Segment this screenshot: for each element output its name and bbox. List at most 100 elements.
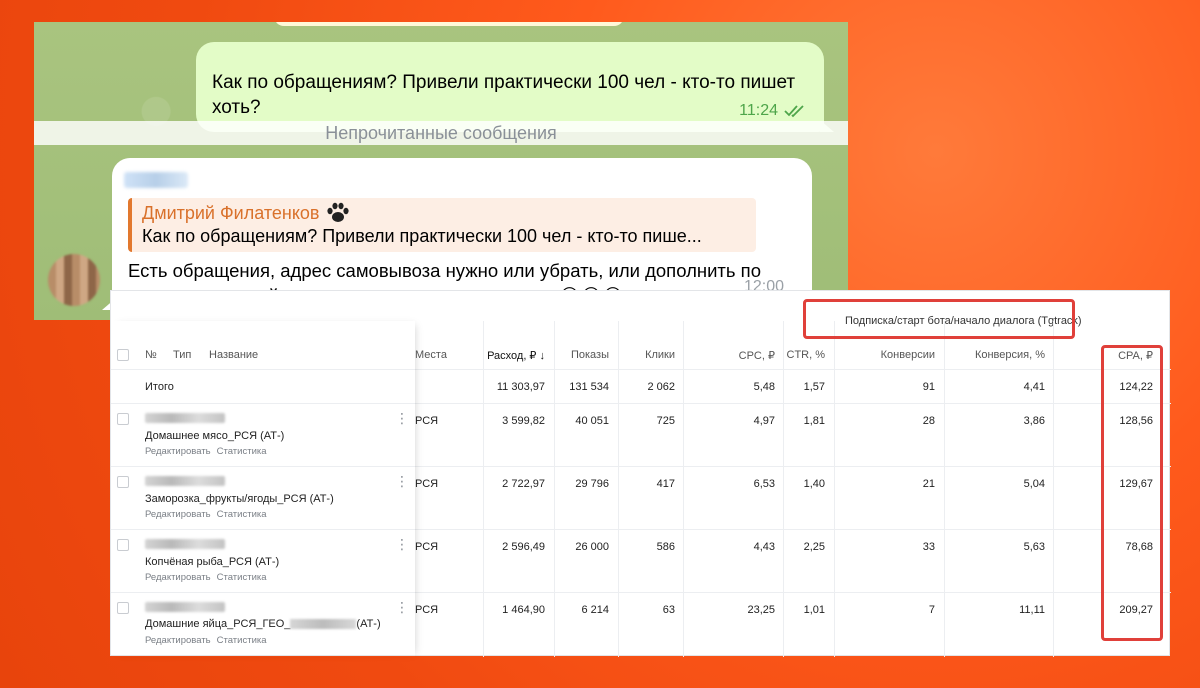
campaign-id-blurred — [145, 539, 225, 549]
incoming-message[interactable]: Дмитрий Филатенков Как по обращениям? Пр… — [112, 158, 812, 310]
row-cpc: 23,25 — [747, 604, 775, 616]
reply-author-name: Дмитрий Филатенков — [142, 203, 320, 223]
row-ctr: 1,81 — [803, 415, 825, 427]
unread-messages-divider: Непрочитанные сообщения — [34, 121, 848, 145]
campaign-name[interactable]: Копчёная рыба_РСЯ (АТ-) — [145, 556, 279, 568]
row-checkbox[interactable] — [117, 413, 129, 425]
total-impressions: 131 534 — [569, 381, 609, 393]
col-header-places[interactable]: Места — [415, 349, 447, 361]
row-impressions: 29 796 — [575, 478, 609, 490]
row-place: РСЯ — [415, 415, 439, 427]
row-impressions: 26 000 — [575, 541, 609, 553]
row-clicks: 725 — [656, 415, 675, 427]
stats-link[interactable]: Статистика — [217, 572, 267, 583]
edit-link[interactable]: Редактировать — [145, 446, 211, 457]
row-checkbox[interactable] — [117, 539, 129, 551]
edit-link[interactable]: Редактировать — [145, 509, 211, 520]
total-label: Итого — [145, 381, 174, 393]
row-spend: 2 722,97 — [502, 478, 545, 490]
col-header-name[interactable]: Название — [209, 349, 258, 361]
avatar[interactable] — [48, 254, 100, 306]
campaign-id-blurred — [145, 602, 225, 612]
row-menu-icon[interactable]: ⋮ — [395, 537, 409, 551]
row-spend: 2 596,49 — [502, 541, 545, 553]
campaign-name-suffix: (АТ-) — [356, 618, 381, 630]
outgoing-message-text: Как по обращениям? Привели практически 1… — [212, 72, 796, 118]
outgoing-message[interactable]: Как по обращениям? Привели практически 1… — [196, 42, 824, 132]
stats-link[interactable]: Статистика — [217, 446, 267, 457]
telegram-chat-screenshot: Как по обращениям? Привели практически 1… — [34, 22, 848, 320]
column-divider — [1053, 321, 1054, 657]
select-all-checkbox[interactable] — [117, 349, 129, 361]
row-cpc: 4,43 — [753, 541, 775, 553]
row-clicks: 586 — [656, 541, 675, 553]
row-conv-rate: 5,63 — [1023, 541, 1045, 553]
column-divider — [483, 321, 484, 657]
row-conversions: 21 — [922, 478, 935, 490]
reply-author: Дмитрий Филатенков — [142, 202, 746, 224]
edit-link[interactable]: Редактировать — [145, 635, 211, 646]
double-check-icon — [784, 105, 804, 118]
column-divider — [683, 321, 684, 657]
row-cpc: 6,53 — [753, 478, 775, 490]
col-header-cpc[interactable]: CPC, ₽ — [739, 349, 775, 362]
row-divider — [111, 369, 1171, 370]
previous-message-edge — [274, 22, 624, 26]
row-menu-icon[interactable]: ⋮ — [395, 474, 409, 488]
row-impressions: 6 214 — [581, 604, 609, 616]
cpa-highlight-box — [1101, 345, 1163, 641]
row-conversions: 7 — [928, 604, 935, 616]
campaign-name[interactable]: Домашние яйца_РСЯ_ГЕО_ (АТ-) — [145, 618, 381, 630]
stats-link[interactable]: Статистика — [217, 635, 267, 646]
campaign-name-prefix: Домашние яйца_РСЯ_ГЕО_ — [145, 618, 291, 630]
row-divider — [111, 466, 1171, 467]
column-divider — [554, 321, 555, 657]
row-place: РСЯ — [415, 604, 439, 616]
column-divider — [618, 321, 619, 657]
row-divider — [111, 403, 1171, 404]
goal-highlight-box — [803, 299, 1075, 339]
outgoing-message-meta: 11:24 — [739, 102, 806, 120]
row-links: Редактировать Статистика — [145, 446, 273, 457]
row-menu-icon[interactable]: ⋮ — [395, 411, 409, 425]
column-divider — [944, 321, 945, 657]
col-header-num[interactable]: № — [145, 349, 157, 361]
col-header-spend[interactable]: Расход, ₽ ↓ — [487, 349, 545, 362]
row-checkbox[interactable] — [117, 602, 129, 614]
row-conversions: 33 — [922, 541, 935, 553]
row-ctr: 1,01 — [803, 604, 825, 616]
col-header-clicks[interactable]: Клики — [645, 349, 675, 361]
total-cpc: 5,48 — [753, 381, 775, 393]
campaign-name[interactable]: Домашнее мясо_РСЯ (АТ-) — [145, 430, 284, 442]
reply-quote[interactable]: Дмитрий Филатенков Как по обращениям? Пр… — [128, 198, 756, 252]
row-cpc: 4,97 — [753, 415, 775, 427]
outgoing-message-time: 11:24 — [739, 102, 778, 119]
row-spend: 1 464,90 — [502, 604, 545, 616]
column-divider — [834, 321, 835, 657]
geo-name-blurred — [290, 619, 357, 630]
campaign-stats-table: Подписка/старт бота/начало диалога (Tgtr… — [110, 290, 1171, 657]
stats-link[interactable]: Статистика — [217, 509, 267, 520]
campaign-name[interactable]: Заморозка_фрукты/ягоды_РСЯ (АТ-) — [145, 493, 334, 505]
row-links: Редактировать Статистика — [145, 635, 273, 646]
row-checkbox[interactable] — [117, 476, 129, 488]
col-header-impressions[interactable]: Показы — [571, 349, 609, 361]
row-menu-icon[interactable]: ⋮ — [395, 600, 409, 614]
col-header-conversions[interactable]: Конверсии — [881, 349, 935, 361]
edit-link[interactable]: Редактировать — [145, 572, 211, 583]
row-ctr: 1,40 — [803, 478, 825, 490]
row-links: Редактировать Статистика — [145, 509, 273, 520]
row-conv-rate: 3,86 — [1023, 415, 1045, 427]
total-conv-rate: 4,41 — [1023, 381, 1045, 393]
sender-name-blurred — [124, 172, 188, 188]
total-clicks: 2 062 — [647, 381, 675, 393]
col-header-ctr[interactable]: CTR, % — [787, 349, 826, 361]
total-ctr: 1,57 — [803, 381, 825, 393]
row-links: Редактировать Статистика — [145, 572, 273, 583]
row-impressions: 40 051 — [575, 415, 609, 427]
row-spend: 3 599,82 — [502, 415, 545, 427]
col-header-type[interactable]: Тип — [173, 349, 191, 361]
row-conv-rate: 11,11 — [1019, 604, 1045, 616]
col-header-conv-rate[interactable]: Конверсия, % — [975, 349, 1045, 361]
column-divider — [783, 321, 784, 657]
